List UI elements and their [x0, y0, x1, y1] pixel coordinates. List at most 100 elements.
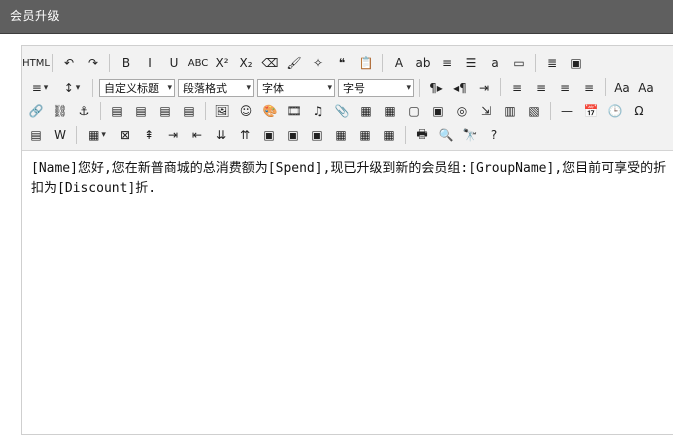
custom-heading-select[interactable]: 自定义标题 ▾: [99, 79, 175, 97]
align-right-button[interactable]: ≡: [555, 78, 575, 98]
web-app-button[interactable]: ▣: [428, 101, 448, 121]
code-button[interactable]: ◎: [452, 101, 472, 121]
magic-wand-button[interactable]: ✧: [308, 53, 328, 73]
undo-button[interactable]: ↶: [59, 53, 79, 73]
font-size-select[interactable]: 字号 ▾: [338, 79, 414, 97]
music-button[interactable]: ♫: [308, 101, 328, 121]
link-button[interactable]: 🔗: [26, 101, 46, 121]
template-button[interactable]: ▥: [500, 101, 520, 121]
time-button[interactable]: 🕒: [605, 101, 625, 121]
ordered-list-button[interactable]: ≡: [437, 53, 457, 73]
background-button[interactable]: ▧: [524, 101, 544, 121]
insert-col-button[interactable]: ⇊: [211, 125, 231, 145]
date-button[interactable]: 📅: [581, 101, 601, 121]
line-height-button[interactable]: ≣: [542, 53, 562, 73]
print-button[interactable]: 🖶: [412, 125, 432, 145]
split-cols-icon: ▦: [383, 128, 395, 142]
ltr-icon: ¶▸: [429, 81, 443, 95]
align-left-button[interactable]: ≡: [507, 78, 527, 98]
align-center-button[interactable]: ≡: [531, 78, 551, 98]
attachment-button[interactable]: 📎: [332, 101, 352, 121]
merge-cells-button[interactable]: ▣: [259, 125, 279, 145]
word-import-button[interactable]: W: [50, 125, 70, 145]
title-bar: 会员升级: [0, 0, 673, 34]
font-family-select[interactable]: 字体 ▾: [257, 79, 335, 97]
indent-icon: ⇥: [478, 81, 490, 95]
bold-button[interactable]: B: [116, 53, 136, 73]
scrawl-icon: 🎨: [262, 104, 278, 118]
insert-image-button[interactable]: 🖼: [212, 101, 232, 121]
split-rows-button[interactable]: ▦: [355, 125, 375, 145]
insert-row-button[interactable]: ⇥: [163, 125, 183, 145]
undo-icon: ↶: [63, 56, 75, 70]
special-char-icon: Ω: [634, 104, 644, 118]
subscript-button[interactable]: X₂: [236, 53, 256, 73]
rtl-icon: ◂¶: [453, 81, 467, 95]
delete-table-button[interactable]: ⊠: [115, 125, 135, 145]
image-left-button[interactable]: ▤: [131, 101, 151, 121]
search-replace-button[interactable]: 🔍: [436, 125, 456, 145]
map-button[interactable]: ▦: [356, 101, 376, 121]
toolbar-separator: [76, 126, 77, 144]
eraser-button[interactable]: ⌫: [260, 53, 280, 73]
page-break-button[interactable]: ⇲: [476, 101, 496, 121]
superscript-button[interactable]: X²: [212, 53, 232, 73]
image-right-button[interactable]: ▤: [155, 101, 175, 121]
insert-col-icon: ⇊: [215, 128, 227, 142]
video-button[interactable]: 🎞: [284, 101, 304, 121]
wordimage-button[interactable]: ▤: [26, 125, 46, 145]
special-char-button[interactable]: Ω: [629, 101, 649, 121]
image-center-button[interactable]: ▤: [179, 101, 199, 121]
rtl-button[interactable]: ◂¶: [450, 78, 470, 98]
preview-button[interactable]: ▣: [566, 53, 586, 73]
split-cols-button[interactable]: ▦: [379, 125, 399, 145]
merge-right-icon: ▣: [287, 128, 299, 142]
custom-heading-value: 自定义标题: [104, 82, 159, 95]
merge-down-button[interactable]: ▣: [307, 125, 327, 145]
scrawl-button[interactable]: 🎨: [260, 101, 280, 121]
toolbar-separator: [419, 79, 420, 97]
find-icon: 🔭: [462, 128, 478, 142]
delete-row-button[interactable]: ⇤: [187, 125, 207, 145]
insert-para-before-table-button[interactable]: ⇞: [139, 125, 159, 145]
ltr-button[interactable]: ¶▸: [426, 78, 446, 98]
image-none-button[interactable]: ▤: [107, 101, 127, 121]
select-all-button[interactable]: a: [485, 53, 505, 73]
redo-button[interactable]: ↷: [83, 53, 103, 73]
unlink-button[interactable]: ⛓: [50, 101, 70, 121]
google-map-button[interactable]: ▦: [380, 101, 400, 121]
uppercase-button[interactable]: Aa: [612, 78, 632, 98]
editor-content[interactable]: [Name]您好,您在新普商城的总消费额为[Spend],现已升级到新的会员组:…: [31, 159, 671, 199]
anchor-button[interactable]: ⚓: [74, 101, 94, 121]
html-source-button[interactable]: HTML: [22, 53, 50, 73]
merge-right-button[interactable]: ▣: [283, 125, 303, 145]
toolbar-row-4: ▤ W ▦ ⊠ ⇞ ⇥ ⇤ ⇊ ⇈ ▣ ▣ ▣ ▦ ▦ ▦ 🖶 🔍 🔭?: [26, 124, 673, 146]
find-button[interactable]: 🔭: [460, 125, 480, 145]
paste-plain-button[interactable]: 📋: [356, 53, 376, 73]
format-painter-button[interactable]: 🖌: [284, 53, 304, 73]
align-left-icon: ≡: [511, 81, 523, 95]
ordered-list-icon: ≡: [441, 56, 453, 70]
indent-button[interactable]: ⇥: [474, 78, 494, 98]
align-justify-button[interactable]: ≡: [579, 78, 599, 98]
table-button[interactable]: ▦: [83, 125, 111, 145]
strikethrough-button[interactable]: ABC: [188, 53, 209, 73]
blockquote-button[interactable]: ❝: [332, 53, 352, 73]
subscript-icon: X₂: [239, 56, 253, 70]
highlight-color-button[interactable]: ab: [413, 53, 433, 73]
clear-doc-button[interactable]: ▭: [509, 53, 529, 73]
emotion-button[interactable]: ☺: [236, 101, 256, 121]
lowercase-button[interactable]: Aa: [636, 78, 656, 98]
line-spacing-button[interactable]: ↕: [58, 78, 86, 98]
underline-button[interactable]: U: [164, 53, 184, 73]
indent-style-button[interactable]: ≡: [26, 78, 54, 98]
delete-col-button[interactable]: ⇈: [235, 125, 255, 145]
help-button[interactable]: ?: [484, 125, 504, 145]
italic-button[interactable]: I: [140, 53, 160, 73]
font-color-button[interactable]: A: [389, 53, 409, 73]
split-cells-button[interactable]: ▦: [331, 125, 351, 145]
horizontal-line-button[interactable]: —: [557, 101, 577, 121]
paragraph-format-select[interactable]: 段落格式 ▾: [178, 79, 254, 97]
unordered-list-button[interactable]: ☰: [461, 53, 481, 73]
insert-frame-button[interactable]: ▢: [404, 101, 424, 121]
